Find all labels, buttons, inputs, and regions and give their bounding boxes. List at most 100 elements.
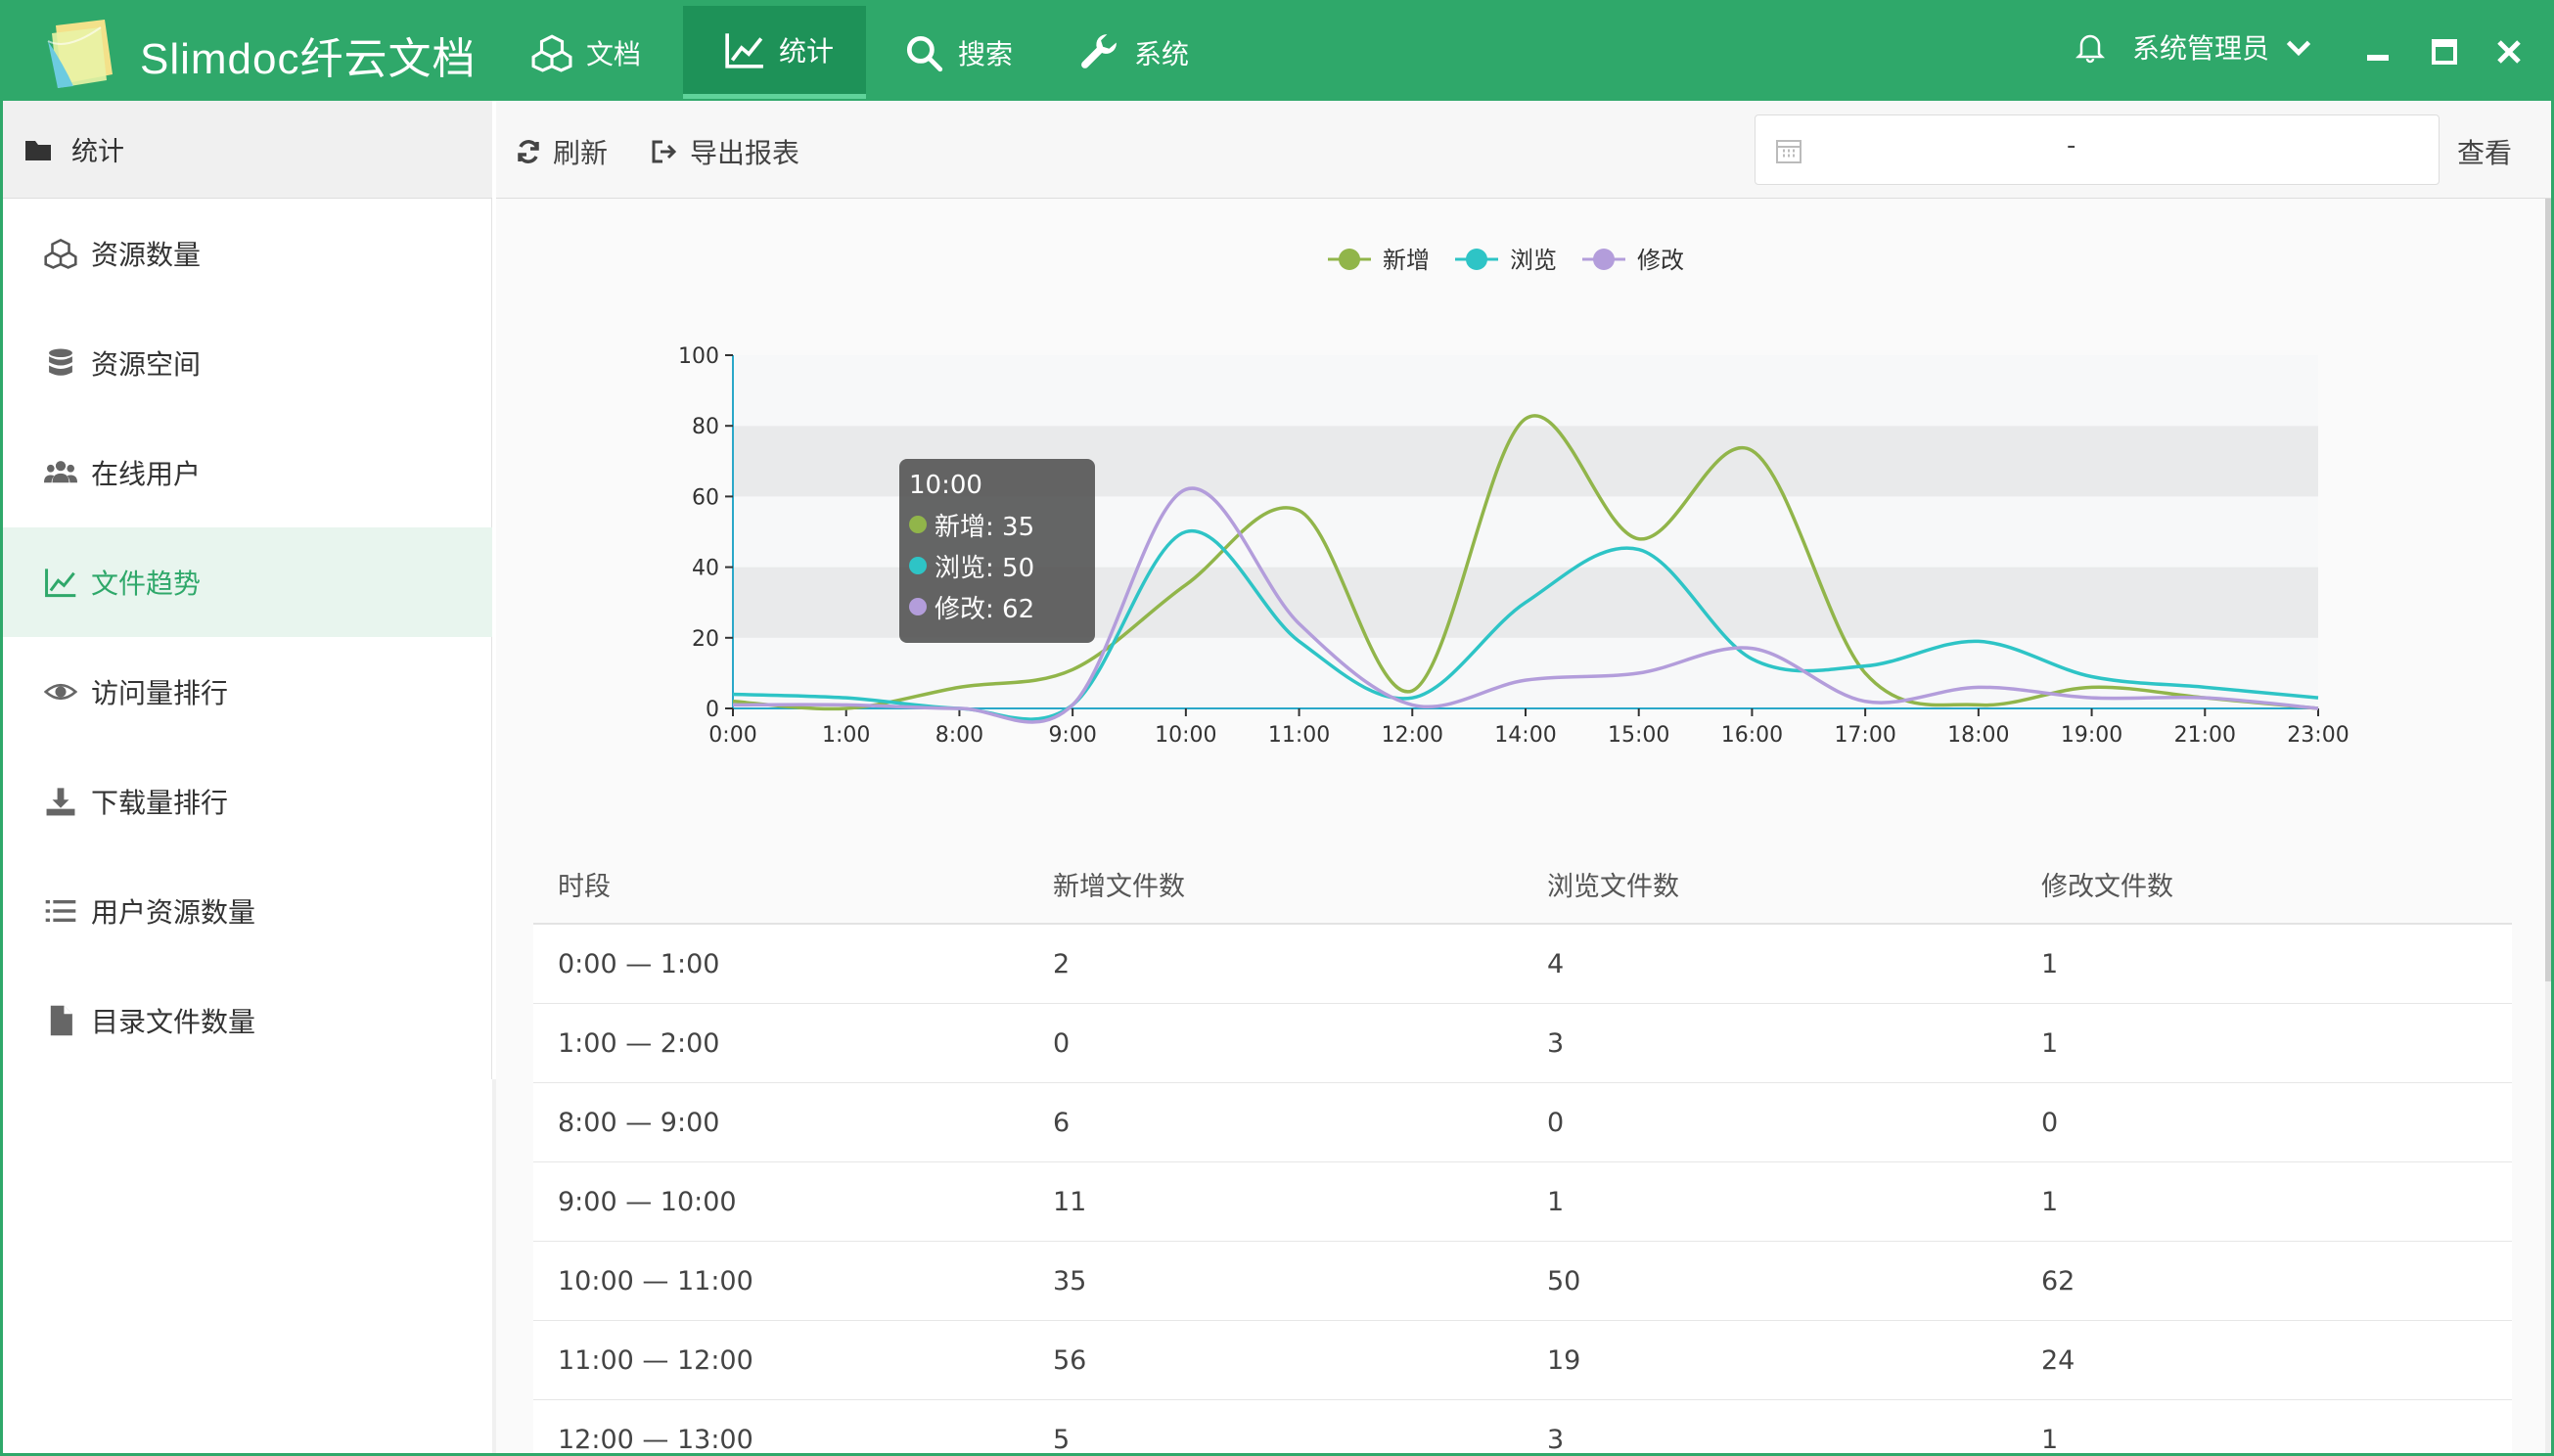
y-tick-label: 0 [706,698,719,722]
sidebar-item-label: 用户资源数量 [91,896,256,929]
legend-item-viewed: 浏览 [1510,247,1557,274]
nav-stats[interactable]: 统计 [683,6,866,99]
y-tick-label: 80 [692,415,719,439]
legend-dot-icon [909,598,927,615]
table-row[interactable]: 12:00 — 13:00 5 3 1 [533,1400,2512,1453]
column-header[interactable]: 浏览文件数 [1523,865,2017,903]
table-cell: 10:00 — 11:00 [558,1265,753,1297]
table-cell: 1 [2041,1424,2059,1454]
scrollbar-thumb[interactable] [2545,199,2551,981]
table-cell: 8:00 — 9:00 [558,1107,720,1138]
legend-item-added: 新增 [1383,247,1430,274]
sidebar-item-directory-file-count[interactable]: 目录文件数量 [3,966,492,1075]
tooltip-value: 浏览: 50 [935,553,1035,583]
date-range-input[interactable]: - [1755,114,2440,185]
nav-system[interactable]: 系统 [1079,6,1189,99]
sidebar-item-user-resource-count[interactable]: 用户资源数量 [3,856,492,966]
column-header[interactable]: 新增文件数 [1028,865,1523,903]
table-row[interactable]: 1:00 — 2:00 0 3 1 [533,1004,2512,1083]
table-cell: 12:00 — 13:00 [558,1424,753,1454]
user-menu[interactable]: 系统管理员 [2075,27,2312,67]
nav-search-label: 搜索 [958,37,1014,70]
folder-icon [25,140,51,160]
table-cell: 0:00 — 1:00 [558,948,720,979]
file-trend-chart: 0 20 40 60 80 100 0:00 1:00 8:00 9:00 10:00 11:00 12… [678,247,2349,748]
query-button[interactable]: 查看 [2457,132,2512,171]
sidebar-item-label: 资源空间 [91,348,202,381]
sidebar-item-label: 在线用户 [91,458,202,490]
date-range-separator: - [2067,131,2076,160]
table-cell: 1 [2041,1027,2059,1059]
table-row[interactable]: 8:00 — 9:00 6 0 0 [533,1083,2512,1162]
sidebar-item-label: 目录文件数量 [91,1006,256,1038]
table-cell: 24 [2041,1344,2075,1376]
table-cell: 1 [2041,1186,2059,1217]
tooltip-value: 新增: 35 [935,512,1035,542]
table-row[interactable]: 10:00 — 11:00 35 50 62 [533,1242,2512,1321]
users-icon [44,461,77,483]
table-cell: 56 [1053,1344,1087,1376]
x-tick-label: 17:00 [1834,723,1895,748]
sidebar-item-resource-space[interactable]: 资源空间 [3,308,492,418]
legend-item-viewed-marker [1466,249,1487,270]
x-tick-label: 8:00 [935,723,983,748]
x-tick-label: 12:00 [1382,723,1443,748]
sidebar-item-file-trend[interactable]: 文件趋势 [3,527,492,637]
x-tick-label: 11:00 [1268,723,1330,748]
export-report-button[interactable]: 导出报表 [651,132,799,171]
line-chart-icon [45,569,76,598]
table-cell: 19 [1547,1344,1581,1376]
table-cell: 62 [2041,1265,2075,1297]
maximize-icon [2432,39,2457,65]
sidebar-title: 统计 [71,137,124,167]
cubes-icon [44,238,77,269]
sidebar-item-online-users[interactable]: 在线用户 [3,418,492,527]
database-icon [49,348,72,376]
close-icon [2497,40,2521,64]
legend-item-added-marker [1339,249,1360,270]
tooltip-value: 修改: 62 [935,594,1035,624]
y-tick-label: 40 [692,557,719,581]
tooltip-row-modified: 修改: 62 [909,586,1085,627]
nav-search[interactable]: 搜索 [903,6,1013,99]
y-tick-label: 100 [678,344,719,369]
app-title: Slimdoc纤云文档 [140,35,477,83]
x-tick-label: 16:00 [1721,723,1783,748]
table-row[interactable]: 9:00 — 10:00 11 1 1 [533,1162,2512,1242]
sidebar-item-label: 资源数量 [91,239,202,271]
maximize-button[interactable] [2432,39,2457,65]
user-name: 系统管理员 [2132,32,2270,65]
bell-icon[interactable] [2075,30,2105,64]
y-tick-label: 60 [692,485,719,510]
minimize-icon [2367,55,2389,61]
nav-docs[interactable]: 文档 [531,6,641,99]
tooltip-row-added: 新增: 35 [909,504,1085,545]
cubes-icon [531,33,572,72]
table-header: 时段 新增文件数 浏览文件数 修改文件数 [533,844,2512,925]
table-cell: 11:00 — 12:00 [558,1344,753,1376]
sidebar-item-resource-count[interactable]: 资源数量 [3,199,492,308]
list-icon [45,899,76,923]
x-tick-label: 21:00 [2174,723,2236,748]
refresh-button[interactable]: 刷新 [516,132,608,171]
table-cell: 4 [1547,948,1565,979]
table-cell: 0 [1547,1107,1565,1138]
column-header[interactable]: 修改文件数 [2017,865,2512,903]
sidebar-item-visit-ranking[interactable]: 访问量排行 [3,637,492,747]
minimize-button[interactable] [2365,39,2391,65]
chart-tooltip: 10:00 新增: 35 浏览: 50 修改: 62 [899,459,1095,643]
calendar-icon [1776,140,1801,163]
sidebar-item-download-ranking[interactable]: 下载量排行 [3,747,492,856]
x-tick-label: 10:00 [1155,723,1216,748]
x-tick-label: 15:00 [1608,723,1669,748]
top-header: Slimdoc纤云文档 文档 统计 搜索 系统 系统管理员 [3,0,2551,101]
scrollbar-track[interactable] [2545,199,2551,1453]
legend-item-modified: 修改 [1637,247,1684,274]
legend-dot-icon [909,557,927,574]
column-header[interactable]: 时段 [533,865,1028,903]
file-icon [50,1005,72,1036]
nav-stats-label: 统计 [779,35,835,68]
table-row[interactable]: 11:00 — 12:00 56 19 24 [533,1321,2512,1400]
close-button[interactable] [2496,39,2522,65]
table-row[interactable]: 0:00 — 1:00 2 4 1 [533,925,2512,1004]
